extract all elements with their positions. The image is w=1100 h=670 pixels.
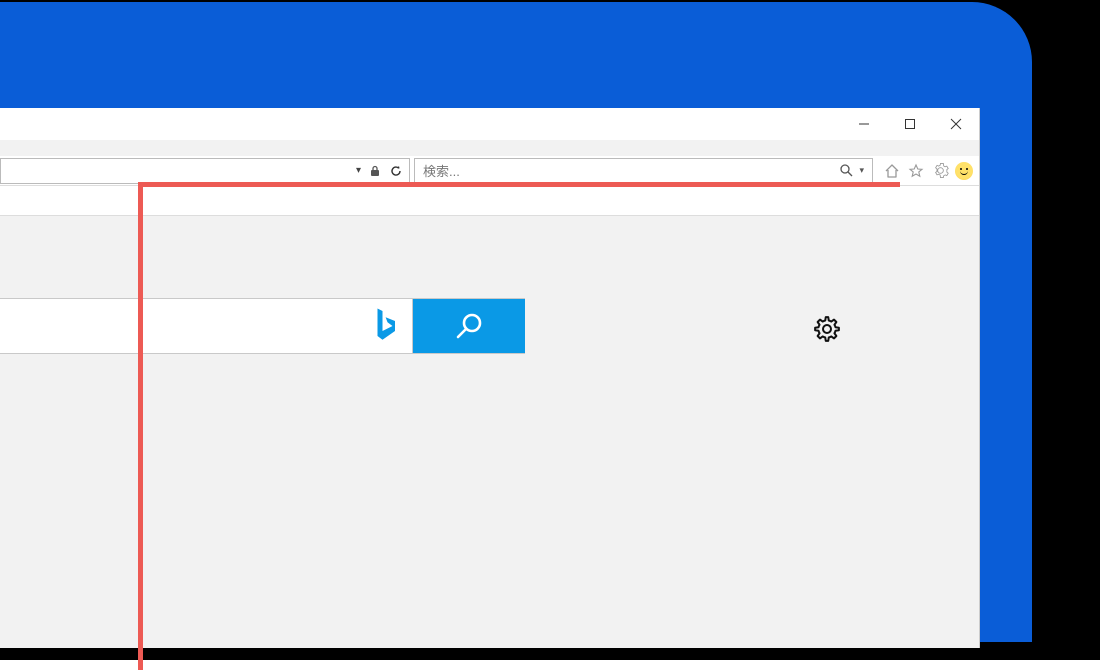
close-button[interactable] (933, 108, 979, 140)
toolbar-actions (877, 162, 979, 180)
page-settings-button[interactable] (810, 312, 844, 346)
tab-strip[interactable] (0, 186, 979, 216)
page-content (0, 216, 979, 648)
search-dropdown-icon[interactable]: ▾ (859, 165, 864, 176)
favorites-icon[interactable] (907, 162, 925, 180)
maximize-icon (904, 118, 916, 130)
bing-icon (370, 306, 400, 346)
search-icon[interactable] (840, 164, 853, 177)
maximize-button[interactable] (887, 108, 933, 140)
gear-icon[interactable] (931, 162, 949, 180)
main-search-input[interactable] (0, 299, 413, 353)
toolbar-search-input[interactable]: 検索... ▾ (414, 158, 873, 184)
annotation-line-vertical (138, 182, 143, 670)
toolbar-search-placeholder: 検索... (423, 161, 460, 180)
main-search-bar (0, 298, 525, 354)
address-bar[interactable]: ▾ (0, 158, 410, 184)
browser-window: ▾ 検索... ▾ (0, 108, 980, 648)
feedback-smiley-icon[interactable] (955, 162, 973, 180)
dropdown-icon[interactable]: ▾ (356, 165, 361, 176)
minimize-icon (858, 118, 870, 130)
refresh-icon[interactable] (389, 164, 403, 178)
minimize-button[interactable] (841, 108, 887, 140)
main-search-button[interactable] (413, 299, 525, 353)
search-icon (452, 309, 486, 343)
annotation-line-horizontal (138, 182, 900, 187)
window-titlebar (0, 108, 979, 140)
close-icon (950, 118, 962, 130)
gear-icon (812, 314, 842, 344)
home-icon[interactable] (883, 162, 901, 180)
lock-icon (369, 165, 381, 177)
